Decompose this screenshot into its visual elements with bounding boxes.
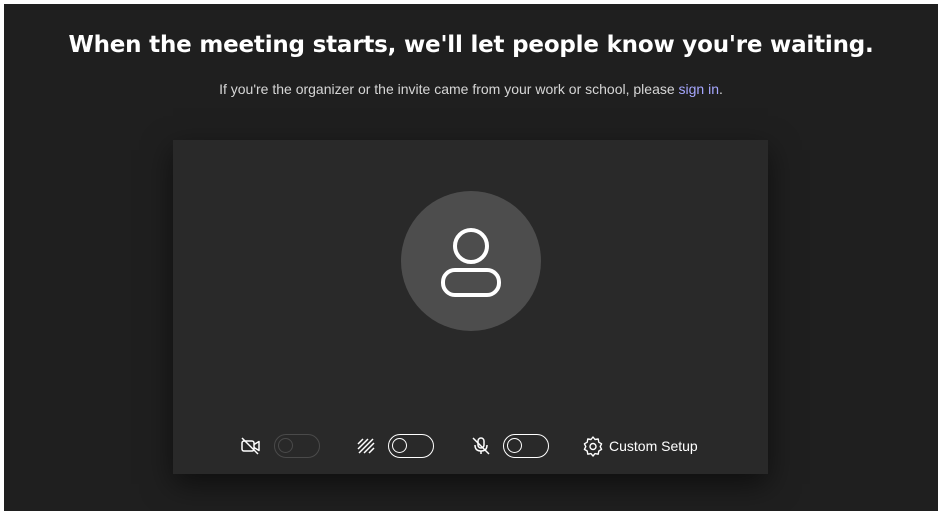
camera-toggle[interactable] [274, 434, 320, 458]
device-controls: Custom Setup [173, 432, 768, 460]
meeting-prejoin-screen: When the meeting starts, we'll let peopl… [4, 4, 938, 511]
gear-icon[interactable] [582, 435, 604, 457]
background-blur-icon [357, 438, 375, 454]
page-title: When the meeting starts, we'll let peopl… [68, 32, 874, 58]
background-effects-toggle-knob [392, 438, 407, 453]
background-effects-toggle[interactable] [388, 434, 434, 458]
microphone-toggle[interactable] [503, 434, 549, 458]
sign-in-link[interactable]: sign in [679, 81, 719, 97]
microphone-toggle-knob [507, 438, 522, 453]
subtitle-text: If you're the organizer or the invite ca… [219, 81, 679, 97]
video-preview: Custom Setup [173, 140, 768, 474]
camera-off-icon [241, 437, 260, 455]
custom-setup-button[interactable]: Custom Setup [609, 438, 698, 454]
subtitle-period: . [719, 81, 723, 97]
camera-toggle-knob [278, 438, 293, 453]
mic-off-icon [472, 437, 490, 455]
page-subtitle: If you're the organizer or the invite ca… [4, 81, 938, 97]
person-icon [441, 228, 501, 297]
avatar [401, 191, 541, 331]
